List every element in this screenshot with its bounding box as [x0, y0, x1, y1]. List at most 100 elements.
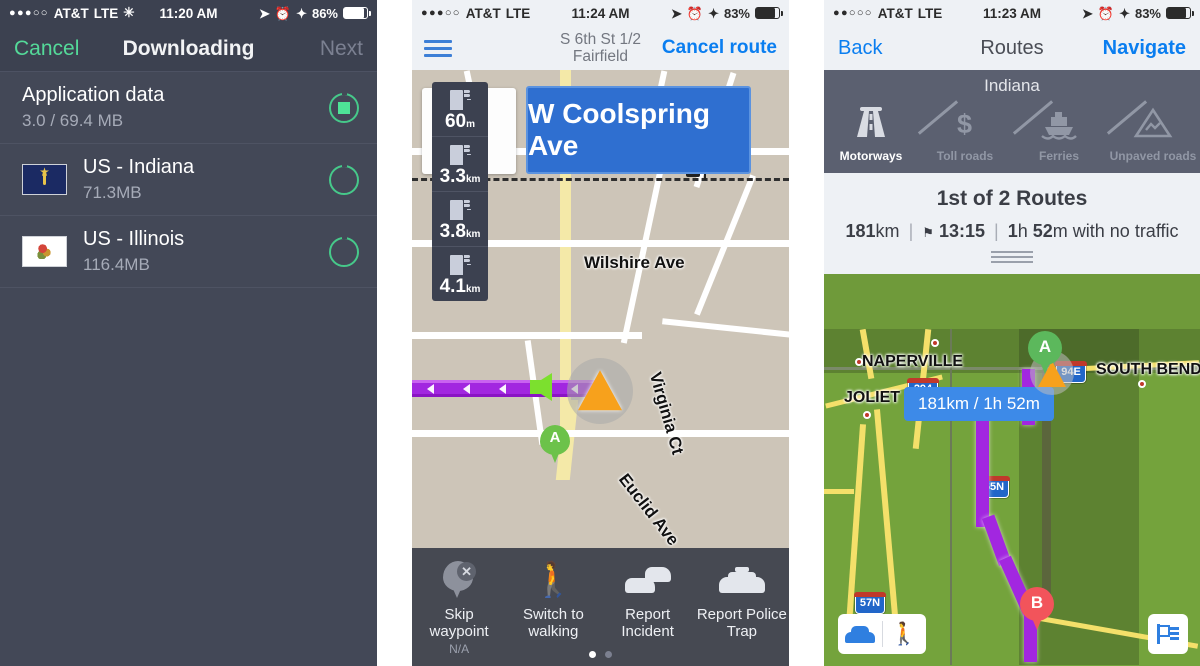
avoid-option-label: Unpaved roads: [1109, 149, 1197, 163]
list-item[interactable]: US - Indiana 71.3MB: [0, 144, 377, 216]
travel-mode-toggle[interactable]: 🚶: [838, 614, 926, 654]
status-bar-1: ●●●○○ AT&T LTE ✳ 11:20 AM ➤ ⏰ ✦ 86%: [0, 0, 377, 26]
battery-icon: [1166, 7, 1194, 19]
hamburger-menu-icon[interactable]: [424, 39, 452, 57]
avoid-option-label: Ferries: [1038, 149, 1080, 163]
bluetooth-icon: ✦: [708, 5, 719, 21]
list-item[interactable]: US - Illinois 116.4MB: [0, 216, 377, 288]
report-incident-button[interactable]: Report Incident: [601, 548, 695, 666]
end-pin-label: B: [1030, 593, 1044, 612]
item-text: US - Indiana 71.3MB: [83, 156, 329, 203]
network-label: LTE: [505, 5, 531, 21]
svg-text:$: $: [957, 109, 972, 139]
fuel-stop-item[interactable]: 4.1km: [432, 247, 488, 301]
map-label: Wilshire Ave: [584, 253, 685, 272]
download-progress-ring[interactable]: [329, 164, 359, 195]
mode-car-button[interactable]: [838, 614, 882, 654]
avoid-option-label: Toll roads: [936, 149, 994, 163]
fuel-distance: 60m: [444, 111, 476, 132]
route-eta-bubble[interactable]: 181km / 1h 52m: [904, 387, 1054, 421]
fuel-stop-item[interactable]: 3.8km: [432, 192, 488, 247]
fuel-stops-panel[interactable]: 60m 3.3km 3.8km 4.1km: [432, 82, 488, 301]
battery-percent: 83%: [1134, 5, 1161, 21]
region-label: Indiana: [984, 76, 1040, 95]
avoid-option-label: Motorways: [839, 149, 903, 163]
fuel-stop-item[interactable]: 3.3km: [432, 137, 488, 192]
list-item[interactable]: Application data 3.0 / 69.4 MB: [0, 72, 377, 144]
battery-icon: [755, 7, 783, 19]
map-label: Euclid Ave: [615, 470, 683, 550]
route-distance-value: 181: [845, 221, 876, 241]
status-left: ●●○○○ AT&T LTE: [833, 6, 942, 21]
avoid-option-motorways[interactable]: Motorways: [824, 98, 918, 163]
item-text: US - Illinois 116.4MB: [83, 228, 329, 275]
route-start-pin[interactable]: A: [1028, 331, 1062, 375]
route-arrival-time: 13:15: [938, 221, 985, 241]
navigate-button[interactable]: Navigate: [1103, 37, 1186, 60]
carrier-label: AT&T: [877, 5, 913, 21]
alarm-clock-icon: ⏰: [686, 5, 704, 21]
cancel-button[interactable]: Cancel: [14, 37, 79, 61]
panel-downloading: ●●●○○ AT&T LTE ✳ 11:20 AM ➤ ⏰ ✦ 86% Canc…: [0, 0, 377, 666]
drag-handle[interactable]: [991, 251, 1033, 263]
item-size: 3.0 / 69.4 MB: [22, 111, 124, 130]
current-position-marker: [567, 358, 633, 424]
fuel-pump-icon: [450, 198, 470, 220]
back-button[interactable]: Back: [838, 37, 882, 60]
alarm-clock-icon: ⏰: [274, 5, 292, 21]
location-arrow-icon: ➤: [1081, 5, 1093, 21]
skip-waypoint-icon: ✕: [443, 561, 477, 599]
fuel-stop-item[interactable]: 60m: [432, 82, 488, 137]
route-overview-map[interactable]: NAPERVILLE JOLIET SOUTH BEND 294 94E 65N…: [824, 329, 1200, 666]
fuel-distance: 4.1km: [439, 276, 481, 297]
nav-bar-navigation: S 6th St 1/2 Fairfield Cancel route: [412, 26, 789, 70]
status-bar-2: ●●●○○ AT&T LTE 11:24 AM ➤ ⏰ ✦ 83%: [412, 0, 789, 26]
illinois-flag-icon: [22, 236, 67, 267]
city-dot-icon: [863, 411, 871, 419]
signal-strength-icon: ●●●○○: [9, 7, 49, 19]
item-name: US - Illinois: [83, 228, 185, 250]
duration-mins-unit: m: [1052, 221, 1068, 241]
fuel-distance: 3.3km: [439, 166, 481, 187]
item-name: US - Indiana: [83, 156, 195, 178]
city-label: NAPERVILLE: [862, 353, 964, 370]
motorway-icon: [824, 100, 918, 146]
switch-to-walking-button[interactable]: 🚶 Switch to walking: [506, 548, 600, 666]
report-police-trap-button[interactable]: Report Police Trap: [695, 548, 789, 666]
city-dot-icon: [931, 339, 939, 347]
unpaved-road-icon: [1106, 100, 1200, 146]
waypoint-pin-a[interactable]: A: [540, 425, 570, 463]
navigation-map[interactable]: Wilshire Ave Virginia Ct Euclid Ave 15m …: [412, 70, 789, 666]
toll-road-icon: $: [917, 100, 1012, 146]
download-progress-stop-button[interactable]: [329, 92, 359, 123]
fuel-pump-icon: [450, 88, 470, 110]
battery-icon: [343, 7, 371, 19]
panel-navigation: ●●●○○ AT&T LTE 11:24 AM ➤ ⏰ ✦ 83% S 6th …: [412, 0, 789, 666]
network-label: LTE: [917, 5, 943, 21]
map-label: Virginia Ct: [645, 370, 688, 457]
carrier-label: AT&T: [53, 5, 89, 21]
route-list-button[interactable]: [1148, 614, 1188, 654]
city-dot-icon: [855, 358, 863, 366]
signal-strength-icon: ●●○○○: [833, 7, 873, 19]
car-icon: [845, 625, 875, 643]
skip-waypoint-button[interactable]: ✕ Skip waypoint N/A: [412, 548, 506, 666]
cancel-route-button[interactable]: Cancel route: [662, 37, 777, 59]
location-arrow-icon: ➤: [670, 5, 682, 21]
mode-walk-button[interactable]: 🚶: [882, 614, 926, 654]
page-indicator[interactable]: [412, 651, 789, 658]
status-left: ●●●○○ AT&T LTE ✳: [9, 6, 135, 21]
panel-divider: [377, 0, 412, 666]
avoid-option-ferries[interactable]: Ferries: [1012, 98, 1106, 163]
next-button[interactable]: Next: [320, 37, 363, 61]
download-progress-ring[interactable]: [329, 236, 359, 267]
download-list: Application data 3.0 / 69.4 MB US - Indi…: [0, 72, 377, 288]
route-distance-unit: km: [875, 221, 900, 241]
battery-percent: 86%: [311, 5, 338, 21]
avoid-option-unpaved-roads[interactable]: Unpaved roads: [1106, 98, 1200, 163]
status-right: ➤ ⏰ ✦ 86%: [259, 5, 371, 21]
item-size: 71.3MB: [83, 183, 142, 202]
route-summary-panel[interactable]: 1st of 2 Routes 181km | ⚑ 13:15 | 1h 52m…: [824, 173, 1200, 274]
route-end-pin[interactable]: B: [1020, 587, 1054, 631]
avoid-option-toll-roads[interactable]: $ Toll roads: [917, 98, 1012, 163]
